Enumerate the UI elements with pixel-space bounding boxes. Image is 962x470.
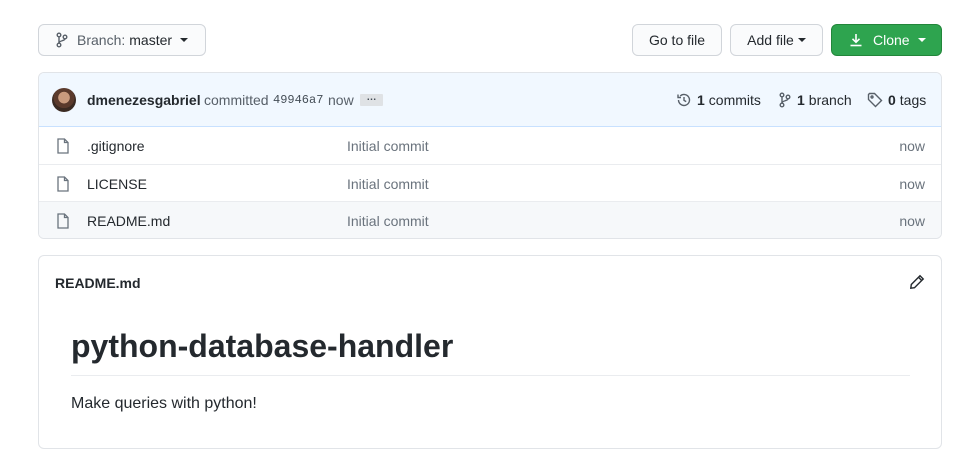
tags-count: 0 xyxy=(888,92,896,108)
clone-button[interactable]: Clone xyxy=(831,24,942,56)
commits-count: 1 xyxy=(697,92,705,108)
branch-count-label: branch xyxy=(808,92,852,108)
go-to-file-button[interactable]: Go to file xyxy=(632,24,722,56)
branch-select-button[interactable]: Branch: master xyxy=(38,24,206,56)
file-commit-message-link[interactable]: Initial commit xyxy=(347,213,429,229)
branches-link[interactable]: 1 branch xyxy=(778,92,852,108)
chevron-down-icon xyxy=(180,38,189,42)
file-icon xyxy=(57,138,69,154)
readme-filename: README.md xyxy=(55,275,141,291)
file-name-link[interactable]: README.md xyxy=(87,213,170,229)
file-row[interactable]: README.md Initial commit now xyxy=(39,201,941,238)
file-row[interactable]: LICENSE Initial commit now xyxy=(39,164,941,201)
commit-sha-link[interactable]: 49946a7 xyxy=(273,93,323,107)
file-listing: dmenezesgabriel committed 49946a7 now … … xyxy=(38,72,942,239)
file-commit-age: now xyxy=(899,176,925,192)
file-name-link[interactable]: .gitignore xyxy=(87,138,145,154)
readme-paragraph: Make queries with python! xyxy=(71,395,257,412)
add-file-button[interactable]: Add file xyxy=(730,24,823,56)
readme-panel: README.md python-database-handler Make q… xyxy=(38,255,942,449)
readme-divider xyxy=(71,375,910,376)
readme-heading: python-database-handler xyxy=(71,328,454,364)
add-file-label: Add file xyxy=(747,32,794,48)
commit-author-link[interactable]: dmenezesgabriel xyxy=(87,92,201,108)
commits-link[interactable]: 1 commits xyxy=(676,92,761,108)
commit-time: now xyxy=(328,92,354,108)
git-branch-icon xyxy=(779,92,791,108)
tags-label: tags xyxy=(899,92,927,108)
download-icon xyxy=(850,34,862,47)
tags-link[interactable]: 0 tags xyxy=(867,92,926,108)
chevron-down-icon xyxy=(797,38,806,42)
latest-commit-bar: dmenezesgabriel committed 49946a7 now … … xyxy=(39,73,941,127)
file-commit-message-link[interactable]: Initial commit xyxy=(347,176,429,192)
file-commit-age: now xyxy=(899,138,925,154)
pencil-icon[interactable] xyxy=(909,274,925,290)
chevron-down-icon xyxy=(917,38,926,42)
file-name-link[interactable]: LICENSE xyxy=(87,176,147,192)
branch-count: 1 xyxy=(797,92,805,108)
file-icon xyxy=(57,176,69,192)
commit-message-expand-button[interactable]: … xyxy=(360,93,383,106)
file-commit-message-link[interactable]: Initial commit xyxy=(347,138,429,154)
commits-label: commits xyxy=(708,92,761,108)
avatar[interactable] xyxy=(52,88,76,112)
file-icon xyxy=(57,213,69,229)
history-icon xyxy=(677,93,691,107)
git-branch-icon xyxy=(56,32,68,48)
commit-verb: committed xyxy=(204,92,269,108)
branch-label: Branch: xyxy=(77,32,126,48)
clone-label: Clone xyxy=(873,32,910,48)
file-row[interactable]: .gitignore Initial commit now xyxy=(39,127,941,164)
branch-value: master xyxy=(129,32,173,48)
go-to-file-label: Go to file xyxy=(648,32,706,48)
file-commit-age: now xyxy=(899,213,925,229)
tag-icon xyxy=(867,92,883,108)
